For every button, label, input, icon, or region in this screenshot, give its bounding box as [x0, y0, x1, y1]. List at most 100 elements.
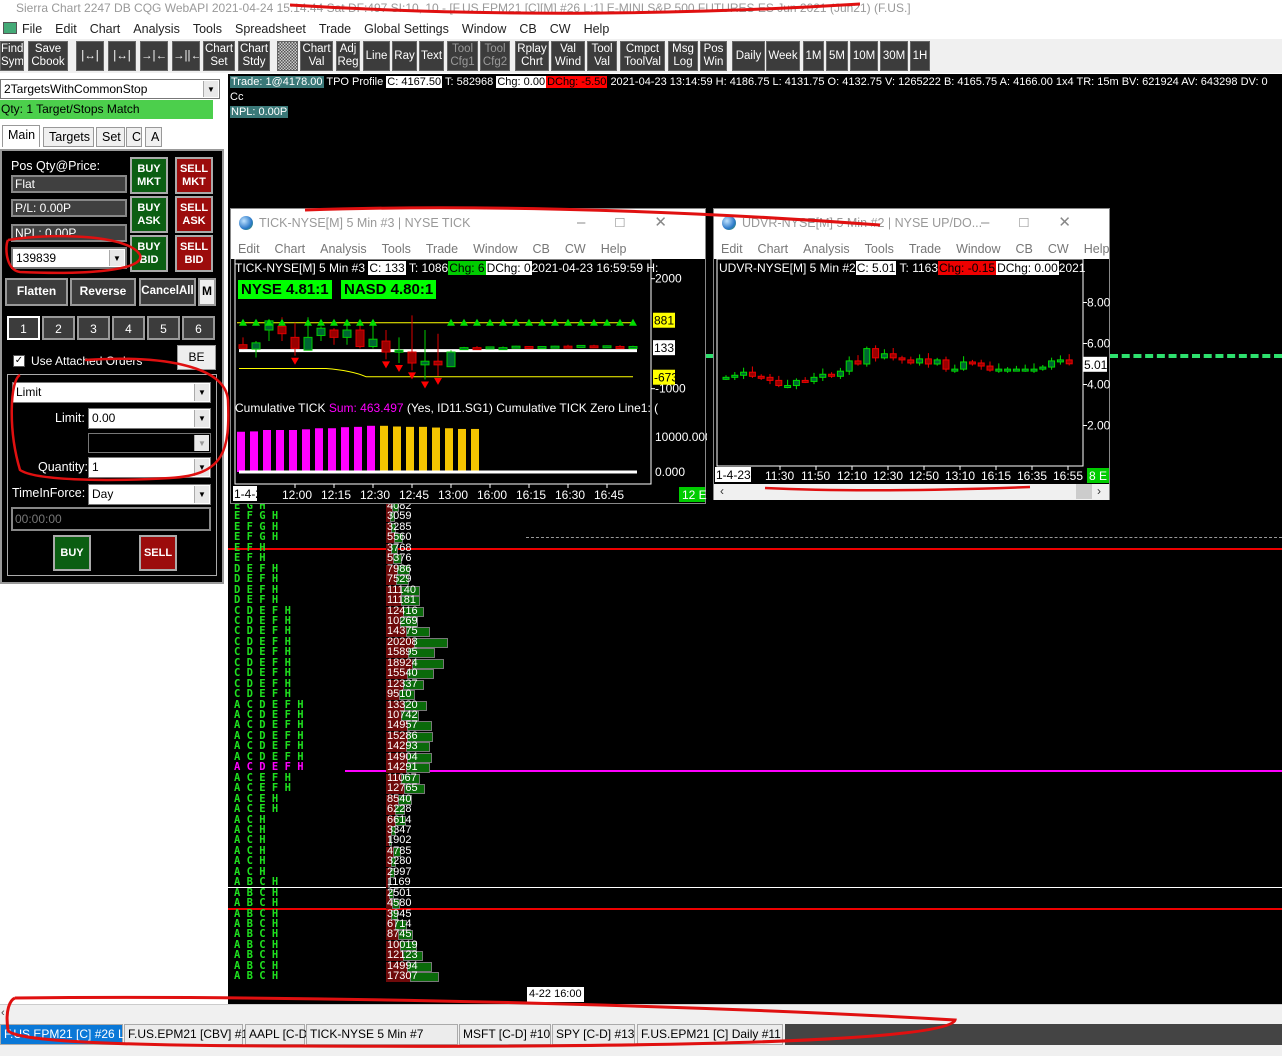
tab-main[interactable]: Main [2, 125, 40, 147]
scroll-right-icon[interactable]: › [1097, 484, 1101, 499]
x-tick-label: 11:50 [801, 469, 830, 483]
toolbar-button-poswin[interactable]: Pos Win [700, 41, 727, 71]
sell-ask-button[interactable]: SELL ASK [175, 196, 213, 233]
scroll-left-icon[interactable]: ‹ [714, 484, 724, 498]
scroll-left-icon[interactable]: ‹ [1, 1007, 5, 1019]
udvr-candle [784, 385, 792, 389]
toolbar-button-tool3[interactable]: |↔| [108, 41, 136, 71]
m-button[interactable]: M [198, 278, 216, 306]
menu-help[interactable]: Help [584, 22, 610, 36]
toolbar-button-toolcfg2[interactable]: Tool Cfg2 [480, 41, 510, 71]
toolbar-button-savecbook[interactable]: Save Cbook [28, 41, 68, 71]
menu-edit[interactable]: Edit [55, 22, 77, 36]
toolbar-button-findsymb[interactable]: FindSymb [0, 41, 24, 71]
buy-button[interactable]: BUY [53, 535, 91, 571]
toolbar-button-ray[interactable]: Ray [392, 41, 417, 71]
sell-bid-button[interactable]: SELL BID [175, 235, 213, 272]
toolbar-button-chartval[interactable]: Chart Val [300, 41, 333, 71]
cancel-all-button[interactable]: CancelAll [139, 278, 196, 306]
udvr-scrollbar[interactable]: ‹ › [714, 484, 1109, 500]
buy-market-button[interactable]: BUY MKT [130, 157, 168, 194]
buy-bid-button[interactable]: BUY BID [130, 235, 168, 272]
down-triangle-icon [395, 365, 403, 373]
toolbar-button-valwind[interactable]: Val Wind [551, 41, 585, 71]
tick-candle [407, 351, 417, 364]
tick-candle [563, 345, 573, 349]
toolbar-button-chartset[interactable]: Chart Set [203, 41, 235, 71]
good-till-time-input[interactable]: 00:00:00 [11, 507, 211, 531]
horizontal-scrollbar[interactable]: ‹ [0, 1004, 1282, 1022]
menu-trade[interactable]: Trade [319, 22, 351, 36]
sell-button[interactable]: SELL [139, 535, 177, 571]
flatten-button[interactable]: Flatten [5, 278, 68, 306]
toolbar-button-tool8[interactable] [277, 41, 298, 71]
tif-select[interactable]: Day ▼ [88, 484, 211, 505]
udvr-candle [960, 361, 968, 370]
limit-price-input[interactable]: 0.00 ▼ [88, 408, 211, 429]
toolbar-button-text[interactable]: Text [419, 41, 444, 71]
menu-spreadsheet[interactable]: Spreadsheet [235, 22, 306, 36]
tab-targets[interactable]: Targets [43, 127, 94, 147]
tab-a[interactable]: A [145, 127, 162, 147]
qty-preset-3[interactable]: 3 [77, 316, 110, 340]
qty-preset-2[interactable]: 2 [42, 316, 75, 340]
menu-chart[interactable]: Chart [90, 22, 121, 36]
chartbook-tab[interactable]: MSFT [C-D] #10 [459, 1024, 551, 1045]
x-tick-label: 12:10 [837, 469, 867, 483]
menu-global-settings[interactable]: Global Settings [364, 22, 449, 36]
chartbook-tab[interactable]: AAPL [C-D] #5 [245, 1024, 327, 1045]
cum-tick-bar [276, 430, 284, 472]
toolbar-button-daily[interactable]: Daily [732, 41, 765, 71]
chartbook-tab[interactable]: SPY [C-D] #13 [552, 1024, 635, 1045]
udvr-chart-window[interactable]: UDVR-NYSE[M] 5 Min #2 | NYSE UP/DO... –□✕… [713, 208, 1111, 500]
toolbar-button-toolcfg1[interactable]: Tool Cfg1 [447, 41, 478, 71]
sell-market-button[interactable]: SELL MKT [175, 157, 213, 194]
menu-tools[interactable]: Tools [193, 22, 222, 36]
use-attached-orders-checkbox[interactable]: ✓ [13, 355, 25, 367]
tick-chart-window[interactable]: TICK-NYSE[M] 5 Min #3 | NYSE TICK –□✕ Edi… [230, 208, 707, 504]
toolbar-button-10m[interactable]: 10M [850, 41, 878, 71]
toolbar-button-rplaychrt[interactable]: Rplay Chrt [515, 41, 549, 71]
toolbar-button-tool2[interactable]: |↔| [76, 41, 104, 71]
reverse-button[interactable]: Reverse [70, 278, 136, 306]
chartbook-tab[interactable]: F.US.EPM21 [C] #26 L:1 [0, 1024, 135, 1045]
account-select[interactable]: 139839 ▼ [11, 247, 127, 269]
qty-preset-1[interactable]: 1 [7, 316, 40, 340]
toolbar-button-adjreg[interactable]: Adj Reg [336, 41, 360, 71]
toolbar-button-cmpcttoolval[interactable]: Cmpct ToolVal [620, 41, 665, 71]
toolbar-button-30m[interactable]: 30M [880, 41, 908, 71]
menu-file[interactable]: File [22, 22, 42, 36]
toolbar-button-chartstdy[interactable]: Chart Stdy [238, 41, 270, 71]
toolbar-button-toolval[interactable]: Tool Val [587, 41, 617, 71]
tab-c[interactable]: C [126, 127, 142, 147]
qty-preset-6[interactable]: 6 [182, 316, 215, 340]
qty-preset-5[interactable]: 5 [147, 316, 180, 340]
chartbook-tab[interactable]: F.US.EPM21 [CBV] #1 [124, 1024, 248, 1045]
toolbar-button-tool4[interactable]: →|← [140, 41, 168, 71]
menu-analysis[interactable]: Analysis [133, 22, 180, 36]
menu-cw[interactable]: CW [550, 22, 571, 36]
toolbar-button-tool5[interactable]: →||← [172, 41, 200, 71]
toolbar-button-1h[interactable]: 1H [910, 41, 930, 71]
order-type-select[interactable]: Limit ▼ [12, 382, 211, 403]
toolbar-button-msglog[interactable]: Msg Log [668, 41, 698, 71]
app-icon[interactable] [3, 22, 17, 34]
toolbar-button-week[interactable]: Week [766, 41, 800, 71]
label: BUY [137, 240, 161, 253]
strategy-select[interactable]: 2TargetsWithCommonStop ▼ [0, 79, 220, 99]
qty-preset-4[interactable]: 4 [112, 316, 145, 340]
chartbook-tab[interactable]: TICK-NYSE 5 Min #7 [306, 1024, 458, 1045]
menu-window[interactable]: Window [462, 22, 506, 36]
quantity-input[interactable]: 1 ▼ [88, 457, 211, 478]
toolbar-button-line[interactable]: Line [363, 41, 390, 71]
cum-tick-bar [315, 428, 323, 472]
breakeven-button[interactable]: BE [177, 345, 216, 370]
x-tick-label: 13:00 [438, 488, 468, 502]
tab-set[interactable]: Set [96, 127, 125, 147]
menu-cb[interactable]: CB [519, 22, 536, 36]
toolbar-button-1m[interactable]: 1M [803, 41, 824, 71]
scroll-thumb[interactable] [1076, 484, 1092, 499]
toolbar-button-5m[interactable]: 5M [826, 41, 848, 71]
buy-ask-button[interactable]: BUY ASK [130, 196, 168, 233]
chartbook-tab[interactable]: F.US.EPM21 [C] Daily #11 [637, 1024, 783, 1045]
